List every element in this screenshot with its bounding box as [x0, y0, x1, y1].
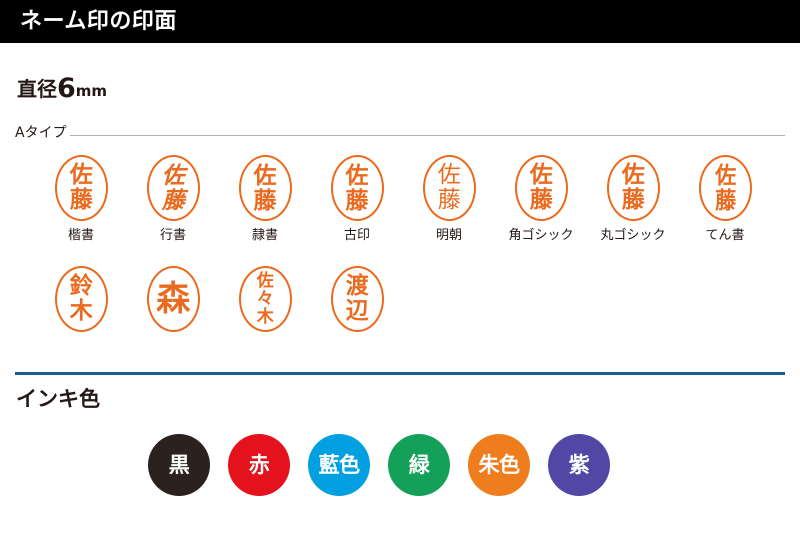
stamp-style-label: 角ゴシック — [508, 228, 574, 243]
stamp-cell[interactable]: 佐藤てん書 — [679, 155, 771, 244]
ink-color-label: 朱色 — [478, 453, 521, 477]
ink-color-swatch[interactable]: 朱色 — [468, 434, 530, 496]
stamp-glyph: 佐 — [253, 162, 277, 189]
stamp-cell[interactable]: 佐藤角ゴシック — [495, 155, 587, 244]
stamp-glyph: 鈴 — [69, 273, 93, 299]
ink-color-swatch[interactable]: 赤 — [228, 434, 290, 496]
stamp-cell[interactable]: 佐々木 — [219, 266, 311, 332]
stamp-impression-circle: 佐藤 — [54, 155, 108, 221]
stamp-glyph: 藤 — [253, 187, 277, 214]
ink-color-label: 赤 — [248, 453, 270, 477]
stamp-style-label: てん書 — [705, 228, 745, 243]
stamp-style-label: 古印 — [343, 228, 370, 243]
stamp-glyph-group: 佐藤 — [57, 163, 106, 213]
stamp-cell[interactable]: 佐藤明朝 — [403, 155, 495, 244]
page-title: ネーム印の印面 — [20, 9, 177, 34]
type-section-header: Aタイプ — [15, 124, 785, 144]
stamp-glyph-group: 渡辺 — [333, 274, 382, 324]
stamp-impression-circle: 佐藤 — [238, 155, 292, 221]
stamp-glyph: 辺 — [345, 298, 369, 324]
stamp-impression-circle: 鈴木 — [54, 266, 108, 332]
stamp-impression-circle: 佐藤 — [514, 155, 568, 221]
stamp-style-label: 丸ゴシック — [600, 228, 666, 243]
stamp-impression-circle: 佐藤 — [330, 155, 384, 221]
stamp-glyph-group: 佐藤 — [333, 163, 382, 213]
stamp-impression-circle: 佐藤 — [422, 155, 476, 221]
stamp-glyph: 佐 — [437, 162, 461, 188]
stamp-cell[interactable]: 佐藤楷書 — [35, 155, 127, 244]
stamp-glyph: 佐 — [621, 162, 645, 188]
ink-color-label: 藍色 — [318, 453, 361, 477]
stamp-cell[interactable]: 佐藤隷書 — [219, 155, 311, 244]
stamp-style-label: 明朝 — [435, 228, 462, 243]
ink-color-swatch[interactable]: 緑 — [388, 434, 450, 496]
page-header-bar: ネーム印の印面 — [0, 0, 800, 43]
stamp-glyph: 渡 — [345, 273, 369, 299]
diameter-value: 6 — [57, 73, 76, 104]
stamp-glyph-group: 佐藤 — [517, 163, 566, 213]
stamp-glyph: 々 — [256, 289, 274, 309]
stamp-glyph: 佐 — [714, 162, 736, 189]
stamp-impression-circle: 佐藤 — [698, 155, 752, 221]
stamp-glyph: 佐 — [256, 271, 274, 291]
ink-color-swatch[interactable]: 紫 — [548, 434, 610, 496]
stamp-glyph: 藤 — [621, 187, 645, 213]
ink-color-label: 黒 — [168, 453, 190, 477]
stamp-impression-circle: 佐藤 — [146, 155, 200, 221]
stamp-glyph: 藤 — [529, 187, 553, 213]
ink-color-label: 緑 — [408, 453, 430, 477]
stamp-cell[interactable]: 佐藤行書 — [127, 155, 219, 244]
stamp-glyph: 木 — [69, 298, 93, 324]
stamp-impression-circle: 渡辺 — [330, 266, 384, 332]
stamp-glyph-group: 佐藤 — [241, 163, 290, 213]
stamp-glyph: 佐 — [345, 162, 369, 189]
stamp-glyph-group: 佐藤 — [149, 163, 198, 213]
stamp-glyph: 佐 — [69, 162, 93, 188]
stamp-impression-circle: 佐藤 — [606, 155, 660, 221]
ink-color-heading: インキ色 — [16, 387, 100, 411]
stamp-glyph-group: 佐々木 — [241, 272, 290, 326]
stamp-glyph: 藤 — [345, 187, 369, 214]
stamp-glyph-group: 佐藤 — [425, 163, 474, 213]
stamp-style-label: 行書 — [159, 228, 186, 243]
stamp-glyph-group: 佐藤 — [702, 163, 747, 213]
stamp-glyph: 藤 — [714, 187, 736, 214]
stamp-glyph-group: 森 — [149, 281, 198, 317]
stamp-cell[interactable]: 鈴木 — [35, 266, 127, 332]
ink-section-divider — [15, 372, 785, 375]
stamp-cell[interactable]: 渡辺 — [311, 266, 403, 332]
stamp-glyph: 藤 — [69, 187, 93, 213]
ink-color-swatch[interactable]: 黒 — [148, 434, 210, 496]
stamp-glyph: 佐 — [529, 162, 553, 188]
stamp-impression-circle: 佐々木 — [238, 266, 292, 332]
type-divider — [70, 135, 785, 136]
stamp-glyph-group: 鈴木 — [57, 274, 106, 324]
stamp-cell[interactable]: 佐藤古印 — [311, 155, 403, 244]
stamp-cell[interactable]: 森 — [127, 266, 219, 332]
diameter-prefix: 直径 — [17, 77, 57, 101]
diameter-unit: mm — [75, 82, 108, 100]
type-label: Aタイプ — [15, 125, 67, 141]
stamp-glyph: 森 — [156, 279, 190, 319]
stamp-impression-circle: 森 — [146, 266, 200, 332]
ink-color-label: 紫 — [568, 453, 590, 477]
ink-color-swatch-row: 黒 赤 藍色 緑 朱色 紫 — [148, 434, 652, 498]
stamp-glyph: 佐 — [161, 162, 185, 189]
ink-color-swatch[interactable]: 藍色 — [308, 434, 370, 496]
stamp-glyph: 木 — [256, 307, 274, 327]
stamp-glyph: 藤 — [161, 187, 185, 214]
stamp-style-label: 隷書 — [251, 228, 278, 243]
stamp-glyph-group: 佐藤 — [609, 163, 658, 213]
diameter-heading: 直径6mm — [17, 73, 108, 104]
stamp-glyph: 藤 — [437, 187, 461, 213]
stamp-cell[interactable]: 佐藤丸ゴシック — [587, 155, 679, 244]
stamp-style-label: 楷書 — [67, 228, 94, 243]
